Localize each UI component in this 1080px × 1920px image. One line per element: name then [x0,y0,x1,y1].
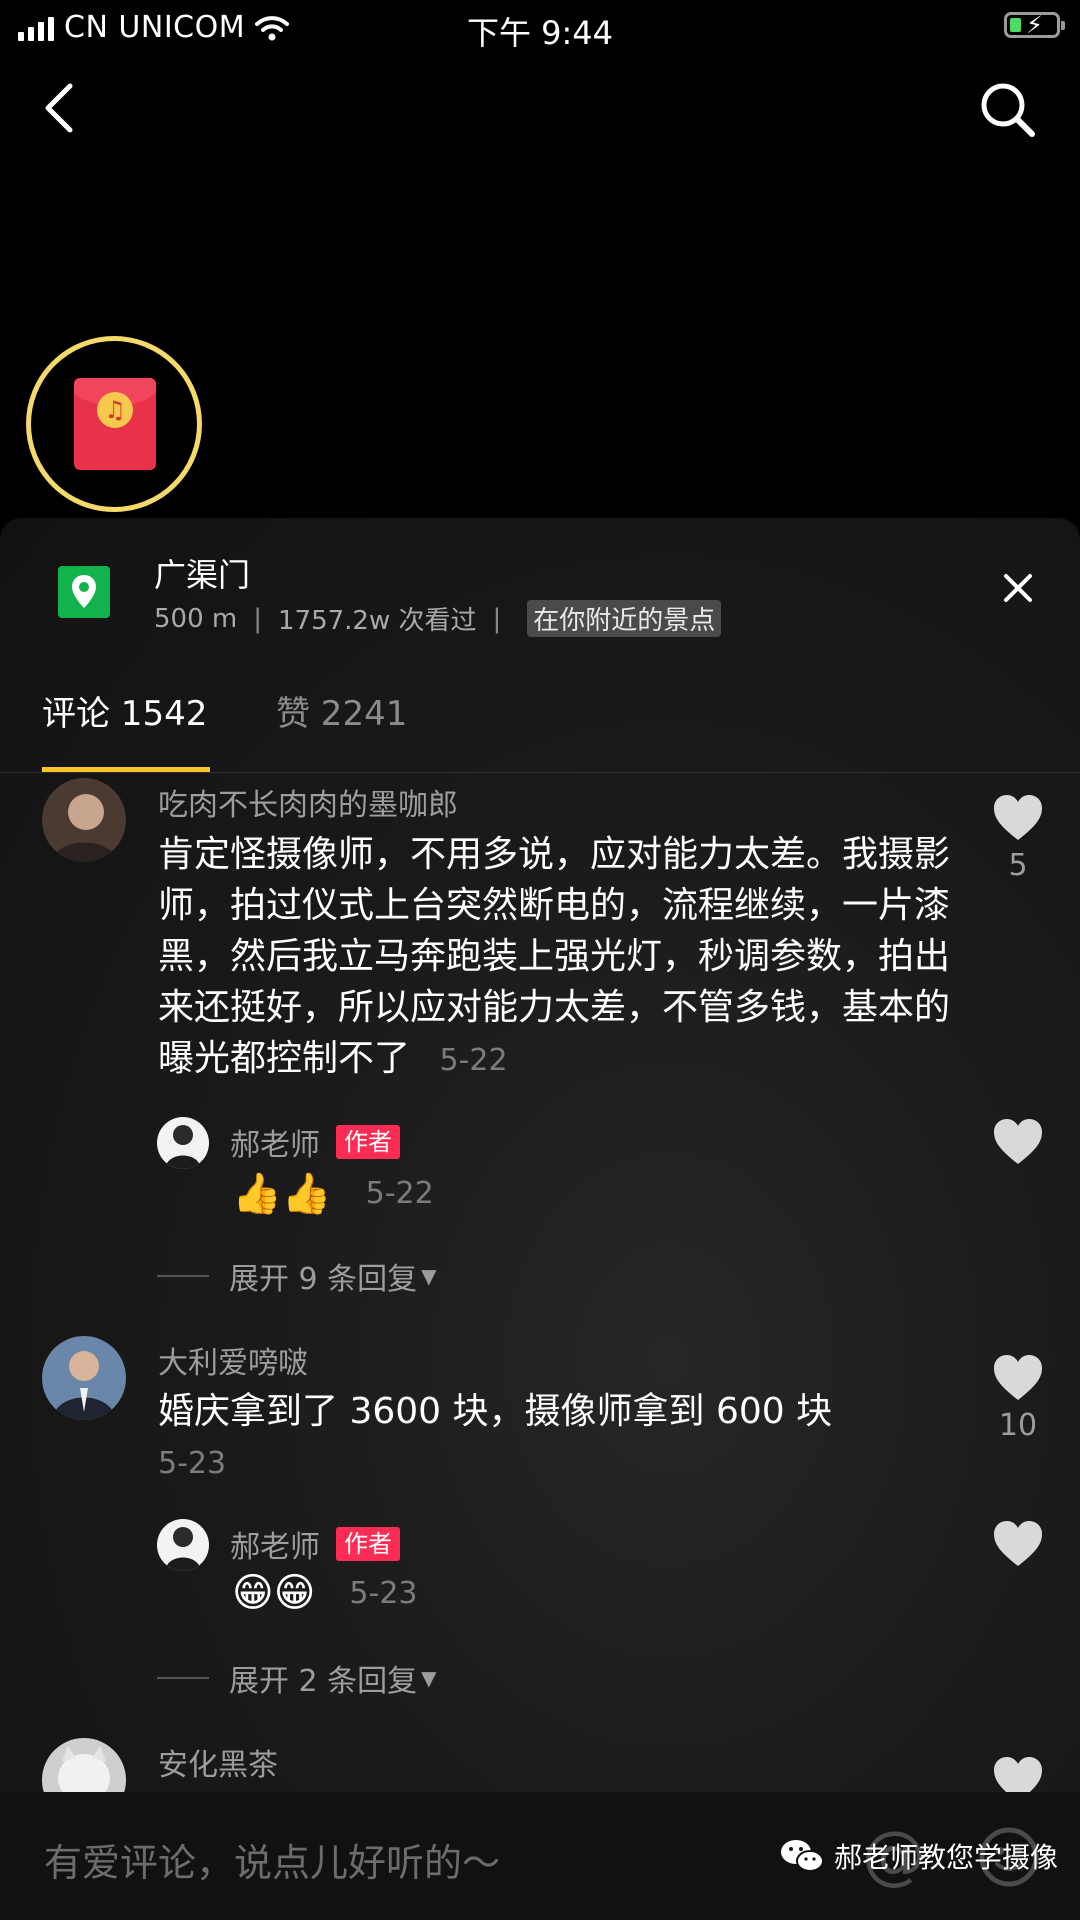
watermark: 郝老师教您学摄像 [780,1836,1058,1876]
comment-username[interactable]: 大利爱嗙啵 [158,1338,308,1382]
location-pin-icon[interactable] [58,566,110,618]
expand-replies[interactable]: 展开 9 条回复 ▼ [157,1254,437,1298]
separator: | [253,603,262,634]
caret-down-icon: ▼ [421,1264,437,1288]
close-icon [1004,574,1032,602]
search-button[interactable] [978,80,1038,140]
comment-username[interactable]: 安化黑茶 [158,1740,278,1784]
reply-username[interactable]: 郝老师 [230,1120,320,1164]
heart-icon [994,1521,1042,1566]
battery-icon: ⚡ [1004,12,1065,38]
comment-input[interactable]: 有爱评论，说点儿好听的～ [44,1832,500,1887]
author-badge: 作者 [336,1125,400,1159]
location-views: 1757.2w 次看过 [277,606,477,636]
search-icon [981,83,1035,137]
location-meta: 500 m | 1757.2w 次看过 | 在你附近的景点 [154,600,722,637]
tab-comments[interactable]: 评论 1542 [42,686,207,735]
location-tag[interactable]: 在你附近的景点 [527,600,722,637]
comment-username[interactable]: 吃肉不长肉肉的墨咖郎 [158,780,458,824]
thumbs-up-emoji: 👍👍 [232,1171,332,1217]
reply-time: 5-23 [349,1575,418,1611]
like-count: 10 [998,1408,1038,1443]
back-arrow-icon [45,83,73,133]
like-count: 5 [1008,848,1028,883]
reply-avatar[interactable] [157,1519,209,1571]
expand-replies-label: 展开 2 条回复 [229,1664,418,1699]
separator: | [492,603,502,634]
reply-like-button[interactable] [990,1114,1046,1170]
tab-divider [0,772,1080,773]
reply-content[interactable]: 😁😁 5-23 [232,1570,418,1616]
close-button[interactable] [998,568,1038,608]
tab-likes[interactable]: 赞 2241 [276,686,407,735]
comment-body: 婚庆拿到了 3600 块，摄像师拿到 600 块 [158,1391,833,1432]
like-button[interactable] [990,790,1046,846]
comment-time: 5-23 [158,1446,227,1481]
wechat-icon [781,1840,824,1872]
reply-header: 郝老师 作者 [230,1522,400,1566]
location-title[interactable]: 广渠门 [154,550,250,596]
reply-username[interactable]: 郝老师 [230,1522,320,1566]
status-time: 下午 9:44 [466,14,614,52]
red-packet-icon[interactable]: ♫ [74,378,156,470]
reply-time: 5-22 [365,1176,434,1211]
reply-header: 郝老师 作者 [230,1120,400,1164]
heart-icon [994,795,1042,840]
expand-replies[interactable]: 展开 2 条回复 ▼ [157,1656,437,1700]
grin-emoji: 😁😁 [232,1570,316,1616]
author-badge: 作者 [336,1527,400,1561]
reply-content[interactable]: 👍👍 5-22 [232,1170,434,1217]
reply-like-button[interactable] [990,1516,1046,1572]
like-button[interactable] [990,1350,1046,1406]
heart-icon [994,1355,1042,1400]
comment-body: 肯定怪摄像师，不用多说，应对能力太差。我摄影师，拍过仪式上台突然断电的，流程继续… [158,834,951,1079]
expand-replies-label: 展开 9 条回复 [229,1262,418,1297]
caret-down-icon: ▼ [421,1666,437,1690]
music-note-icon: ♫ [97,392,133,428]
comment-text[interactable]: 婚庆拿到了 3600 块，摄像师拿到 600 块 [158,1386,978,1437]
commenter-avatar[interactable] [42,778,126,862]
location-distance: 500 m [154,603,238,634]
reply-avatar[interactable] [157,1117,209,1169]
watermark-text: 郝老师教您学摄像 [834,1841,1059,1874]
commenter-avatar[interactable] [42,1336,126,1420]
comment-time: 5-22 [439,1043,508,1078]
heart-icon [994,1119,1042,1164]
status-bar: CN UNICOM 下午 9:44 ⚡ [0,0,1080,54]
comment-text[interactable]: 肯定怪摄像师，不用多说，应对能力太差。我摄影师，拍过仪式上台突然断电的，流程继续… [158,829,978,1086]
back-button[interactable] [36,78,86,138]
